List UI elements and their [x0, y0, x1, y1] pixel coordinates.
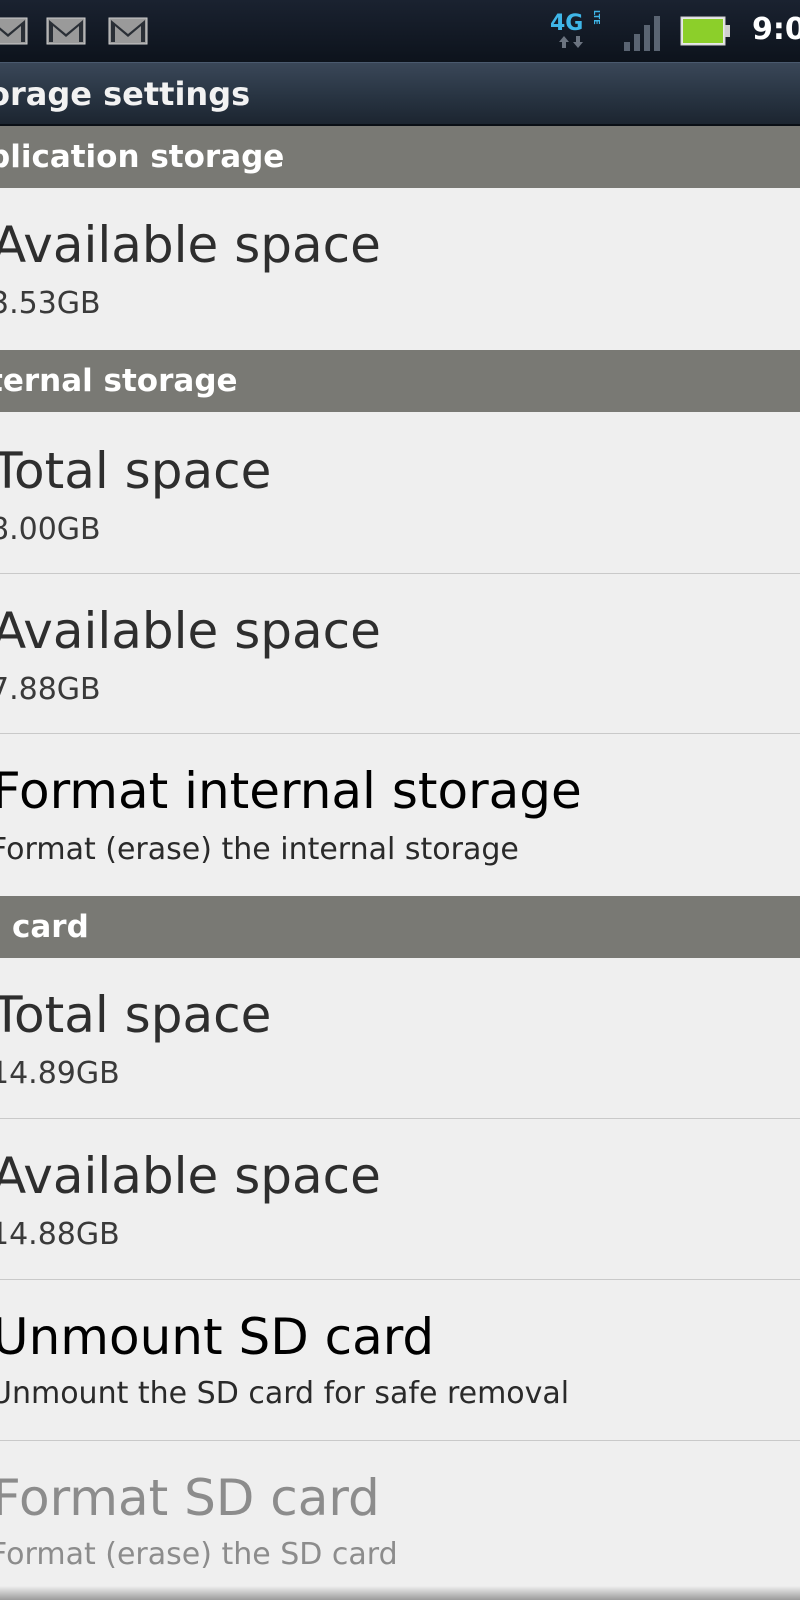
section-header-application-storage: plication storage: [0, 126, 800, 188]
gmail-icon: [0, 17, 28, 45]
row-summary: Format (erase) the SD card: [0, 1537, 398, 1572]
row-title: Available space: [0, 216, 381, 274]
row-title: Unmount SD card: [0, 1308, 435, 1366]
row-value: 14.88GB: [0, 1217, 120, 1252]
bottom-fade: [0, 1586, 800, 1600]
svg-text:4G: 4G: [550, 11, 583, 36]
battery-icon: [680, 16, 730, 46]
section-header-label: card: [12, 909, 89, 945]
internal-available-space-row: Available space 7.88GB: [0, 574, 800, 733]
sd-available-space-row: Available space 14.88GB: [0, 1119, 800, 1279]
application-available-space-row: Available space 3.53GB: [0, 188, 800, 350]
row-title: Available space: [0, 1147, 381, 1205]
status-bar: 4G LTE 9:0: [0, 0, 800, 62]
signal-strength-icon: [624, 16, 660, 51]
row-value: 8.00GB: [0, 512, 101, 547]
section-header-internal-storage: ternal storage: [0, 350, 800, 412]
format-sd-card-button[interactable]: Format SD card Format (erase) the SD car…: [0, 1441, 800, 1600]
row-title: Total space: [0, 442, 272, 500]
unmount-sd-card-button[interactable]: Unmount SD card Unmount the SD card for …: [0, 1280, 800, 1440]
sd-total-space-row: Total space 14.89GB: [0, 958, 800, 1118]
storage-settings-screen: 4G LTE 9:0 orage settings plication stor…: [0, 0, 800, 1600]
section-header-label: ternal storage: [0, 363, 238, 399]
section-header-sd-card: card: [0, 896, 800, 958]
row-summary: Format (erase) the internal storage: [0, 832, 519, 867]
status-clock: 9:0: [752, 12, 800, 47]
row-title: Format internal storage: [0, 762, 582, 820]
row-summary: Unmount the SD card for safe removal: [0, 1376, 570, 1411]
page-title: orage settings: [0, 75, 251, 113]
gmail-icon: [46, 17, 86, 45]
row-value: 3.53GB: [0, 286, 101, 321]
row-value: 14.89GB: [0, 1056, 120, 1091]
row-title: Total space: [0, 986, 272, 1044]
svg-text:LTE: LTE: [592, 10, 600, 25]
row-title: Format SD card: [0, 1469, 380, 1527]
format-internal-storage-button[interactable]: Format internal storage Format (erase) t…: [0, 734, 800, 896]
gmail-icon: [108, 17, 148, 45]
row-value: 7.88GB: [0, 672, 101, 707]
internal-total-space-row: Total space 8.00GB: [0, 412, 800, 573]
title-bar: orage settings: [0, 62, 800, 126]
row-title: Available space: [0, 602, 381, 660]
section-header-label: plication storage: [0, 139, 285, 175]
network-4g-lte-icon: 4G LTE: [550, 10, 600, 48]
